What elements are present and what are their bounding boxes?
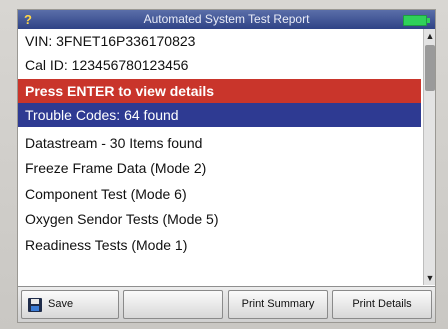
list-item-trouble-codes[interactable]: Trouble Codes: 64 found bbox=[18, 103, 421, 127]
battery-icon bbox=[403, 15, 430, 26]
scroll-up-icon[interactable]: ▲ bbox=[424, 29, 435, 43]
print-details-button[interactable]: Print Details bbox=[332, 290, 432, 319]
title-bar: ? Automated System Test Report bbox=[18, 10, 435, 29]
save-button-label: Save bbox=[48, 298, 74, 310]
floppy-disk-icon bbox=[28, 298, 42, 312]
blank-function-button[interactable] bbox=[123, 290, 223, 319]
scroll-down-icon[interactable]: ▼ bbox=[424, 271, 435, 285]
list-item-label: Datastream - 30 Items found bbox=[25, 135, 203, 151]
scroll-thumb[interactable] bbox=[425, 45, 435, 91]
list-item-freeze-frame[interactable]: Freeze Frame Data (Mode 2) bbox=[18, 156, 421, 180]
list-item-label: VIN: 3FNET16P336170823 bbox=[25, 33, 196, 49]
print-summary-label: Print Summary bbox=[241, 298, 315, 310]
enter-details-banner: Press ENTER to view details bbox=[18, 79, 421, 103]
print-summary-button[interactable]: Print Summary bbox=[228, 290, 328, 319]
list-item-cal-id[interactable]: Cal ID: 123456780123456 bbox=[18, 53, 421, 77]
list-item-label: Oxygen Sendor Tests (Mode 5) bbox=[25, 211, 219, 227]
list-item-component-test[interactable]: Component Test (Mode 6) bbox=[18, 182, 421, 206]
list-item-label: Component Test (Mode 6) bbox=[25, 186, 187, 202]
vertical-scrollbar[interactable]: ▲ ▼ bbox=[423, 29, 435, 285]
list-item-label: Readiness Tests (Mode 1) bbox=[25, 237, 188, 253]
list-item-vin[interactable]: VIN: 3FNET16P336170823 bbox=[18, 29, 421, 53]
banner-label: Press ENTER to view details bbox=[25, 83, 215, 99]
device-screen: ? Automated System Test Report VIN: 3FNE… bbox=[18, 10, 435, 322]
report-title: Automated System Test Report bbox=[143, 12, 310, 26]
function-key-bar: Save Print Summary Print Details bbox=[18, 286, 435, 322]
print-details-label: Print Details bbox=[352, 298, 412, 310]
list-item-label: Cal ID: 123456780123456 bbox=[25, 57, 189, 73]
list-item-datastream[interactable]: Datastream - 30 Items found bbox=[18, 131, 421, 155]
save-button[interactable]: Save bbox=[21, 290, 119, 319]
list-item-oxygen-sensor[interactable]: Oxygen Sendor Tests (Mode 5) bbox=[18, 207, 421, 231]
report-list: VIN: 3FNET16P336170823 Cal ID: 123456780… bbox=[18, 29, 421, 285]
list-item-readiness[interactable]: Readiness Tests (Mode 1) bbox=[18, 233, 421, 257]
list-item-label: Freeze Frame Data (Mode 2) bbox=[25, 160, 207, 176]
list-item-label: Trouble Codes: 64 found bbox=[25, 107, 179, 123]
